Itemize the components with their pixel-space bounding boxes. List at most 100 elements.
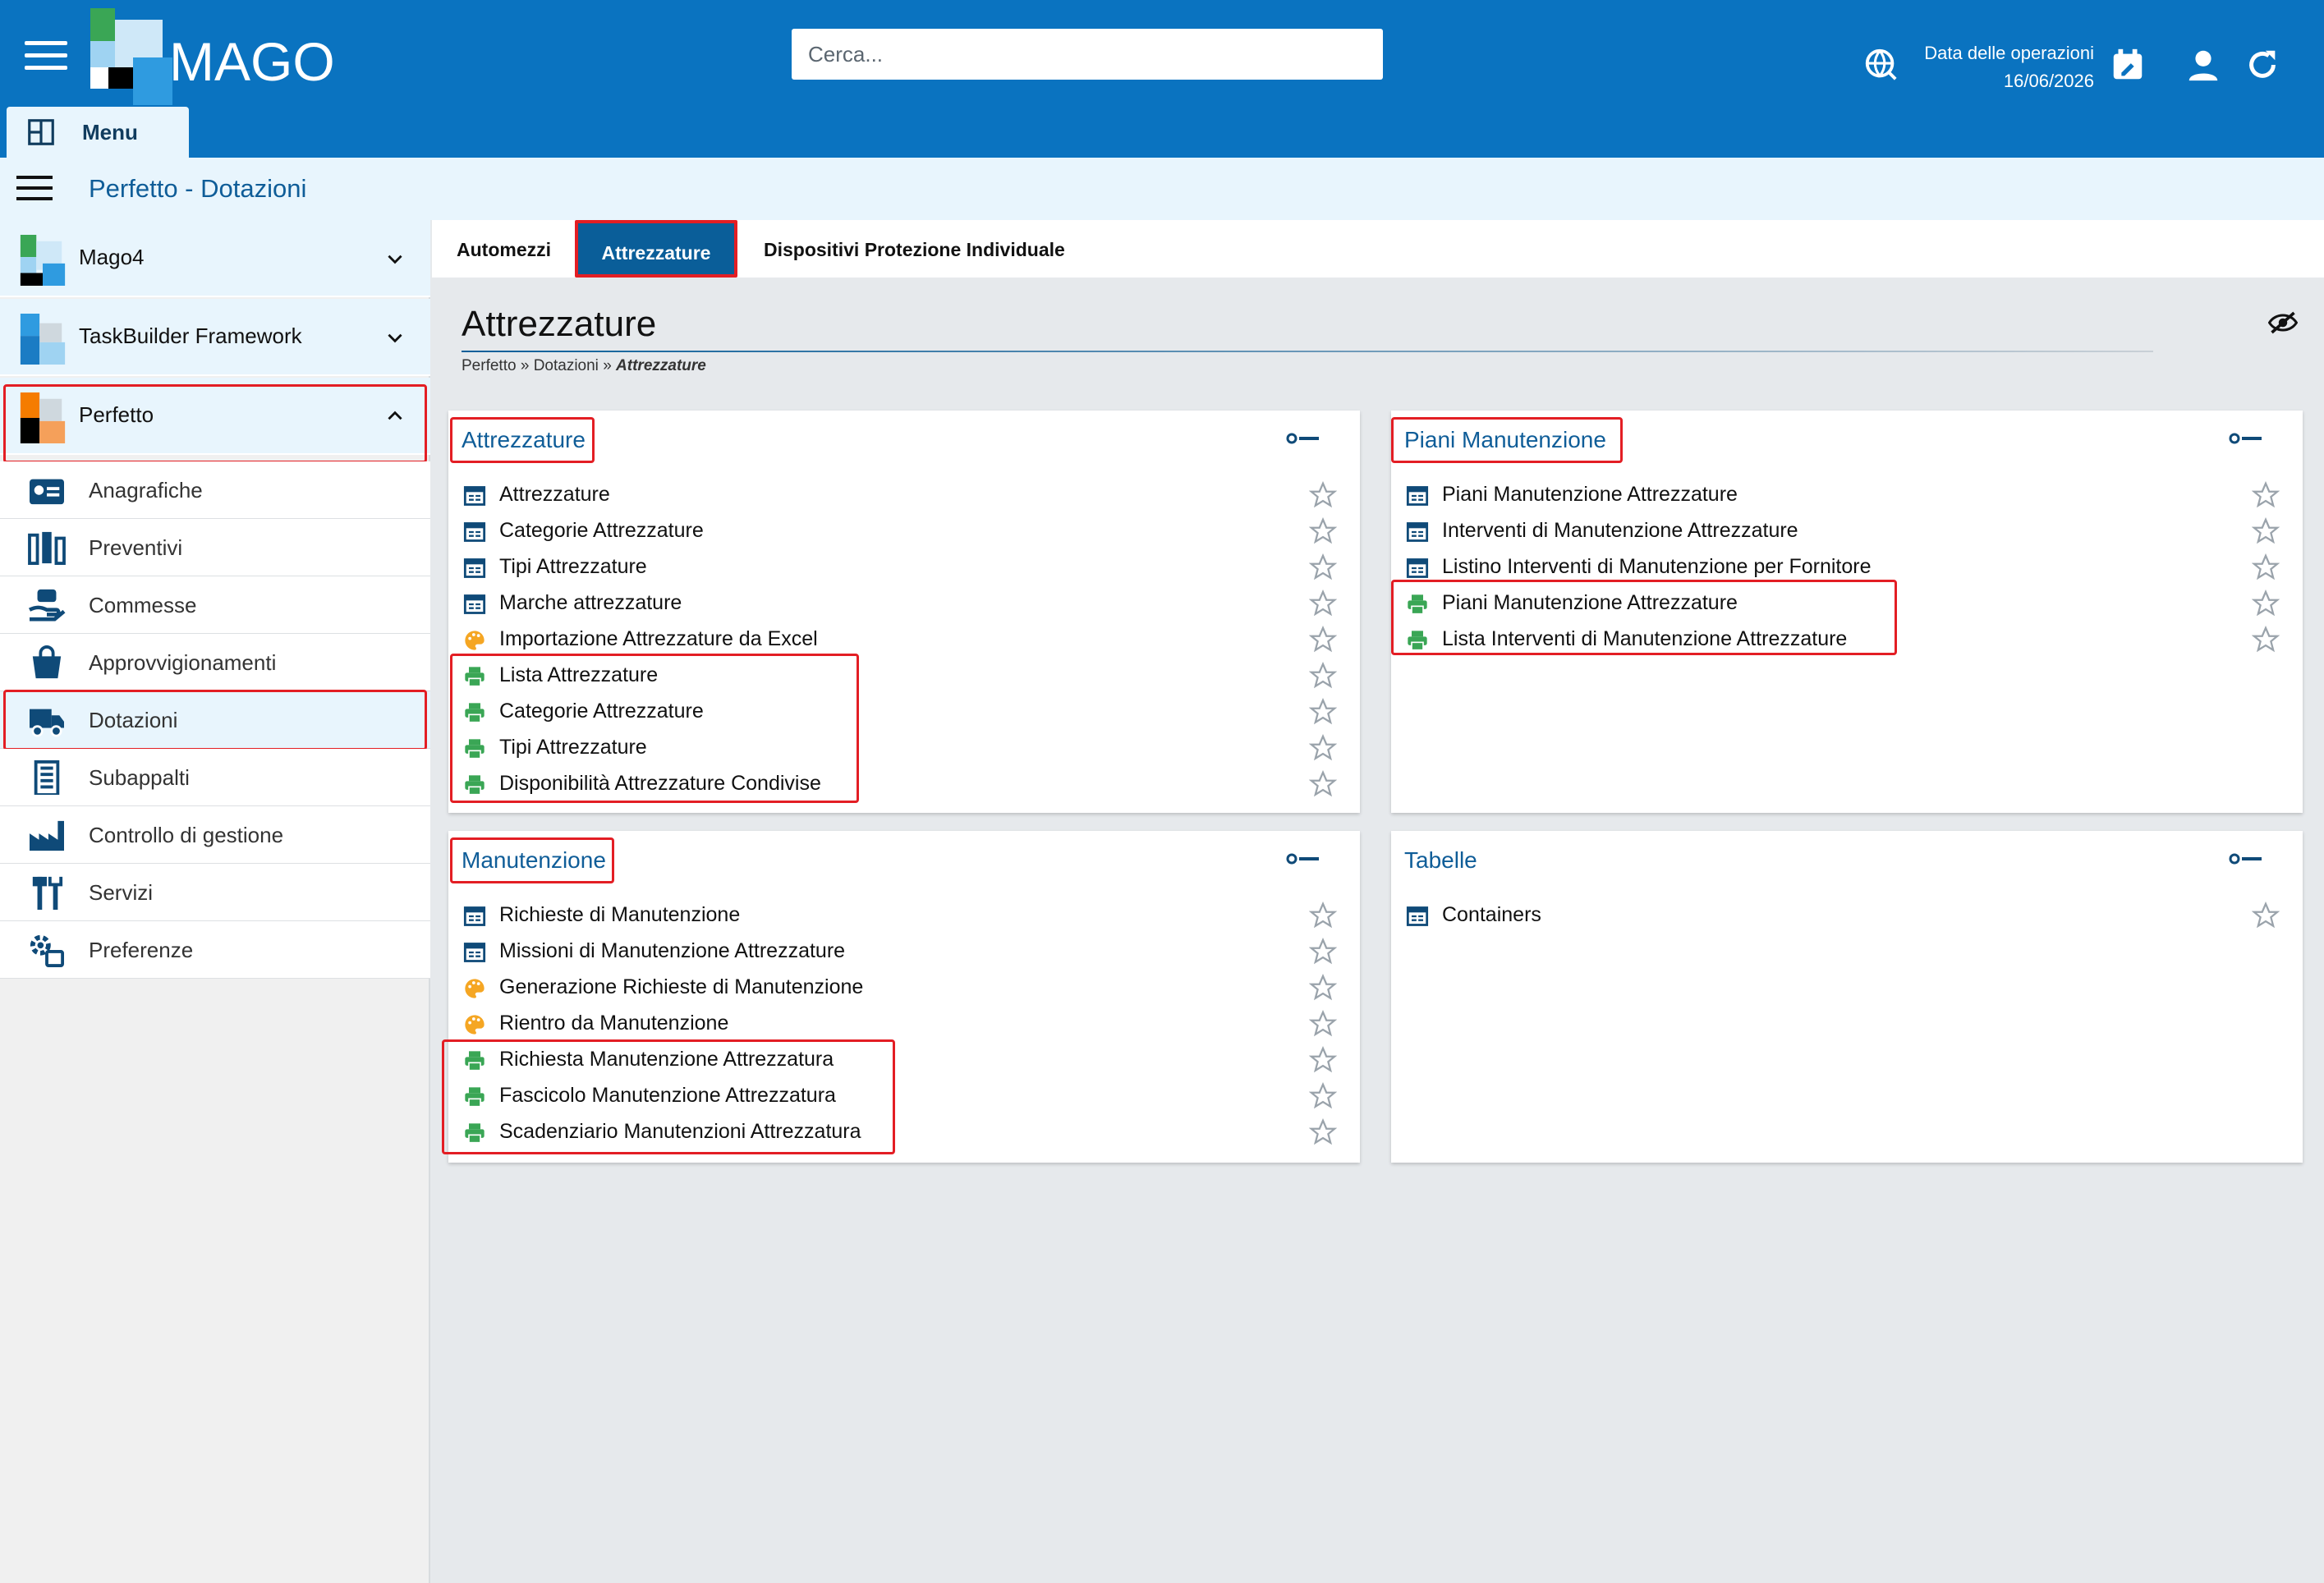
- card-manutenzione: Manutenzione Richieste di Manutenzione Mi…: [448, 831, 1360, 1163]
- menu-entry[interactable]: Listino Interventi di Manutenzione per F…: [1391, 548, 2303, 585]
- favorite-star-icon[interactable]: [2251, 901, 2280, 929]
- sidebar-group-perfetto[interactable]: Perfetto: [0, 378, 430, 455]
- chevron-up-icon: [388, 411, 402, 420]
- menu-entry[interactable]: Richiesta Manutenzione Attrezzatura: [448, 1041, 1360, 1077]
- crumb-dotazioni[interactable]: Dotazioni: [534, 357, 599, 374]
- menu-entry-label: Marche attrezzature: [499, 591, 682, 614]
- search-input[interactable]: [792, 29, 1383, 80]
- favorite-star-icon[interactable]: [1308, 937, 1338, 966]
- favorite-star-icon[interactable]: [1308, 697, 1338, 726]
- favorite-star-icon[interactable]: [1308, 625, 1338, 654]
- menu-entry[interactable]: Attrezzature: [448, 476, 1360, 512]
- collapse-icon[interactable]: [1286, 430, 1322, 447]
- favorite-star-icon[interactable]: [1308, 516, 1338, 545]
- favorite-star-icon[interactable]: [2251, 480, 2280, 509]
- favorite-star-icon[interactable]: [1308, 661, 1338, 690]
- collapse-icon[interactable]: [2229, 430, 2265, 447]
- favorite-star-icon[interactable]: [1308, 553, 1338, 581]
- menu-entry[interactable]: Lista Interventi di Manutenzione Attrezz…: [1391, 621, 2303, 657]
- menu-entry[interactable]: Fascicolo Manutenzione Attrezzatura: [448, 1077, 1360, 1113]
- title-underline: [462, 351, 2153, 352]
- favorite-star-icon[interactable]: [1308, 1045, 1338, 1074]
- document-icon: [1406, 521, 1429, 544]
- collapse-icon[interactable]: [2229, 851, 2265, 867]
- menu-entry[interactable]: Generazione Richieste di Manutenzione: [448, 969, 1360, 1005]
- sidebar-item-approvvigionamenti[interactable]: Approvvigionamenti: [0, 634, 430, 691]
- favorite-star-icon[interactable]: [2251, 516, 2280, 545]
- sidebar-item-label: Anagrafiche: [89, 478, 203, 502]
- perfetto-icon: [20, 392, 66, 443]
- menu-entry[interactable]: Richieste di Manutenzione: [448, 897, 1360, 933]
- sidebar-item-preventivi[interactable]: Preventivi: [0, 519, 430, 576]
- user-icon[interactable]: [2184, 46, 2222, 84]
- favorite-star-icon[interactable]: [1308, 1081, 1338, 1110]
- sidebar-group-mago4[interactable]: Mago4: [0, 220, 430, 297]
- sidebar-item-controllo-gestione[interactable]: Controllo di gestione: [0, 806, 430, 864]
- menu-entry[interactable]: Tipi Attrezzature: [448, 729, 1360, 765]
- menu-entry[interactable]: Lista Attrezzature: [448, 657, 1360, 693]
- menu-entry[interactable]: Tipi Attrezzature: [448, 548, 1360, 585]
- menu-entry[interactable]: Missioni di Manutenzione Attrezzature: [448, 933, 1360, 969]
- menu-entry[interactable]: Interventi di Manutenzione Attrezzature: [1391, 512, 2303, 548]
- menu-entry[interactable]: Piani Manutenzione Attrezzature: [1391, 476, 2303, 512]
- favorite-star-icon[interactable]: [2251, 625, 2280, 654]
- sidebar-item-anagrafiche[interactable]: Anagrafiche: [0, 461, 430, 519]
- tab-menu[interactable]: Menu: [7, 107, 189, 158]
- collapse-icon[interactable]: [1286, 851, 1322, 867]
- sidebar-item-subappalti[interactable]: Subappalti: [0, 749, 430, 806]
- menu-entry[interactable]: Categorie Attrezzature: [448, 693, 1360, 729]
- sidebar-item-dotazioni[interactable]: Dotazioni: [0, 691, 430, 749]
- menu-entry-label: Generazione Richieste di Manutenzione: [499, 975, 864, 998]
- menu-entry-label: Lista Attrezzature: [499, 663, 659, 686]
- crumb-perfetto[interactable]: Perfetto: [462, 357, 517, 374]
- sidebar-item-preferenze[interactable]: Preferenze: [0, 921, 430, 979]
- menu-entry[interactable]: Rientro da Manutenzione: [448, 1005, 1360, 1041]
- sidebar-item-commesse[interactable]: Commesse: [0, 576, 430, 634]
- favorite-star-icon[interactable]: [1308, 1117, 1338, 1146]
- favorite-star-icon[interactable]: [1308, 733, 1338, 762]
- printer-icon: [463, 665, 486, 688]
- menu-tab-label: Menu: [82, 120, 138, 145]
- menu-entry[interactable]: Categorie Attrezzature: [448, 512, 1360, 548]
- favorite-star-icon[interactable]: [1308, 769, 1338, 798]
- menu-entry[interactable]: Marche attrezzature: [448, 585, 1360, 621]
- sidebar-toggle-icon[interactable]: [16, 176, 53, 200]
- sidebar-group-taskbuilder[interactable]: TaskBuilder Framework: [0, 299, 430, 376]
- document-icon: [463, 941, 486, 964]
- favorite-star-icon[interactable]: [1308, 589, 1338, 617]
- favorite-star-icon[interactable]: [1308, 1009, 1338, 1038]
- top-bar: MAGO Data delle operazioni 16/06/2026 Me…: [0, 0, 2324, 158]
- menu-entry[interactable]: Importazione Attrezzature da Excel: [448, 621, 1360, 657]
- favorite-star-icon[interactable]: [1308, 973, 1338, 1002]
- favorite-star-icon[interactable]: [1308, 901, 1338, 929]
- document-icon: [1406, 484, 1429, 507]
- favorite-star-icon[interactable]: [2251, 553, 2280, 581]
- tab-automezzi[interactable]: Automezzi: [457, 220, 551, 278]
- gears-icon: [30, 934, 64, 967]
- menu-entry-label: Importazione Attrezzature da Excel: [499, 627, 818, 650]
- menu-entry-label: Categorie Attrezzature: [499, 700, 704, 723]
- document-icon: [1406, 905, 1429, 928]
- calendar-edit-icon[interactable]: [2109, 46, 2147, 84]
- refresh-icon[interactable]: [2244, 46, 2281, 84]
- tab-dpi[interactable]: Dispositivi Protezione Individuale: [764, 220, 1065, 278]
- favorite-star-icon[interactable]: [1308, 480, 1338, 509]
- card-title: Attrezzature: [462, 427, 586, 452]
- sidebar-item-servizi[interactable]: Servizi: [0, 864, 430, 921]
- menu-entry[interactable]: Containers: [1391, 897, 2303, 933]
- operations-date[interactable]: Data delle operazioni 16/06/2026: [1881, 39, 2094, 95]
- tab-attrezzature[interactable]: Attrezzature: [575, 220, 737, 278]
- columns-icon: [28, 531, 66, 565]
- printer-icon: [463, 773, 486, 796]
- menu-entry[interactable]: Piani Manutenzione Attrezzature: [1391, 585, 2303, 621]
- eye-off-icon[interactable]: [2268, 310, 2298, 335]
- menu-entry[interactable]: Disponibilità Attrezzature Condivise: [448, 765, 1360, 801]
- shopping-bag-icon: [32, 645, 62, 679]
- printer-icon: [463, 701, 486, 724]
- menu-entry[interactable]: Scadenziario Manutenzioni Attrezzatura: [448, 1113, 1360, 1149]
- sidebar-item-label: Servizi: [89, 880, 154, 905]
- hamburger-menu-icon[interactable]: [25, 41, 67, 71]
- card-title: Piani Manutenzione: [1404, 427, 1606, 452]
- favorite-star-icon[interactable]: [2251, 589, 2280, 617]
- menu-entry-label: Attrezzature: [499, 483, 610, 506]
